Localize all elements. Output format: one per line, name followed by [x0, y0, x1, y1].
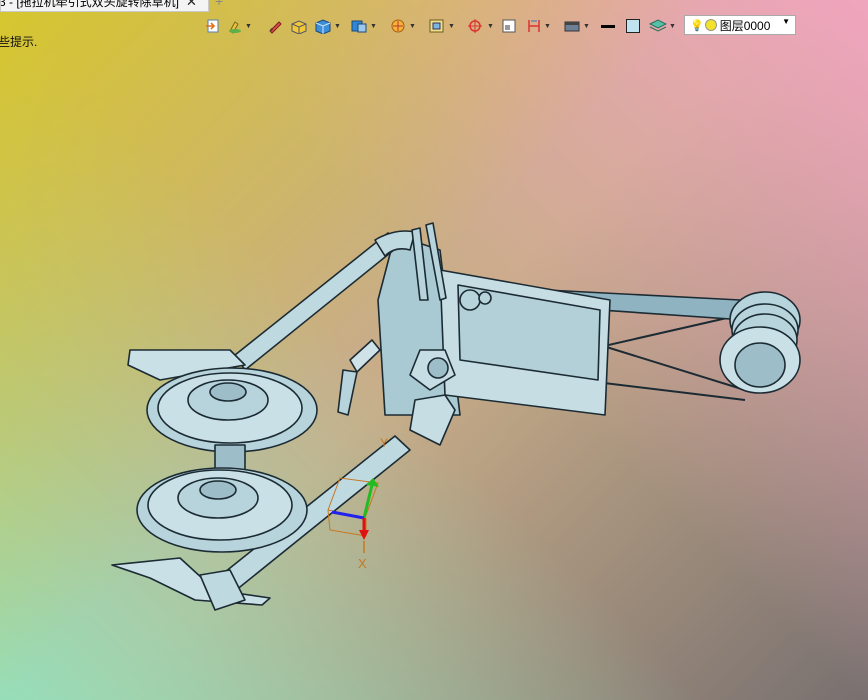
axis-y-label: Y [380, 436, 388, 450]
axis-x-label: X [358, 556, 367, 571]
mower-3d-model: X Y [111, 222, 801, 611]
